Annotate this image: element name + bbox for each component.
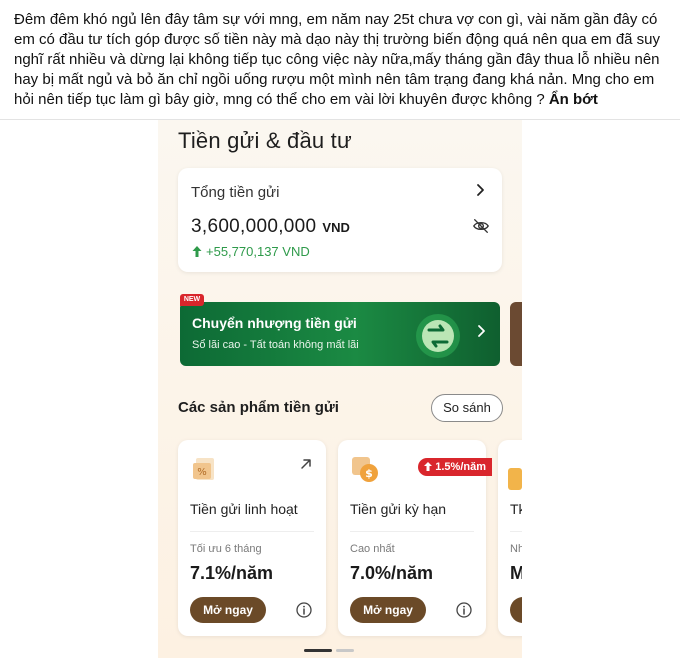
svg-text:%: %	[197, 467, 207, 478]
carousel-indicator-active	[304, 649, 332, 652]
total-change-value: +55,770,137 VND	[206, 244, 310, 259]
product-caption: Cao nhất	[350, 543, 395, 555]
total-amount-value: 3,600,000,000	[191, 216, 317, 237]
see-less-link[interactable]: Ẩn bớt	[549, 91, 598, 108]
chevron-right-icon	[478, 325, 485, 337]
compare-button[interactable]: So sánh	[431, 394, 503, 422]
carousel-indicator	[336, 649, 354, 652]
svg-text:$: $	[365, 467, 373, 480]
rate-increase-badge: 1.5%/năm	[418, 458, 492, 476]
total-deposit-label: Tổng tiền gửi	[191, 184, 280, 201]
open-now-button[interactable]: Mở ngay	[190, 597, 266, 623]
arrow-up-right-icon	[301, 459, 311, 469]
card-divider	[190, 531, 314, 532]
screenshot-image: Tiền gửi & đầu tư Tổng tiền gửi 3,600,00…	[158, 120, 522, 658]
transfer-deposit-banner[interactable]: Chuyển nhượng tiền gửi Sổ lãi cao - Tất …	[180, 302, 500, 366]
coin-calendar-icon: $	[352, 457, 378, 482]
product-name: Tiền gửi kỳ hạn	[350, 501, 447, 517]
open-now-button[interactable]: Mở ngay	[350, 597, 426, 623]
arrow-up-icon	[424, 462, 433, 471]
page-title: Tiền gửi & đầu tư	[178, 128, 352, 153]
product-name: Tk	[510, 501, 522, 517]
card-divider	[510, 531, 522, 532]
arrow-up-icon	[192, 246, 202, 257]
product-name: Tiền gửi linh hoạt	[190, 501, 298, 517]
total-deposit-card[interactable]: Tổng tiền gửi 3,600,000,000 VND +55,770,1…	[178, 168, 502, 272]
product-card-peek[interactable]: Tk Nh M	[498, 440, 522, 636]
card-divider	[350, 531, 474, 532]
product-rate: 7.0%/năm	[350, 563, 434, 583]
transfer-coin-icon	[416, 314, 460, 358]
product-card-flexible[interactable]: % Tiền gửi linh hoạt Tối ưu 6 tháng 7.1%…	[178, 440, 326, 636]
banner-subtitle: Sổ lãi cao - Tất toán không mất lãi	[192, 339, 359, 351]
product-rate: 7.1%/năm	[190, 563, 274, 583]
next-banner-peek[interactable]	[510, 302, 522, 366]
chevron-right-icon[interactable]	[472, 182, 488, 198]
product-icon	[508, 468, 522, 490]
product-caption: Nh	[510, 543, 522, 555]
percent-voucher-icon: %	[193, 458, 214, 480]
total-change: +55,770,137 VND	[192, 244, 310, 259]
total-currency: VND	[322, 220, 350, 235]
product-caption: Tối ưu 6 tháng	[190, 543, 262, 555]
hide-balance-icon[interactable]	[472, 217, 490, 235]
post-body: Đêm đêm khó ngủ lên đây tâm sự với mng, …	[14, 10, 670, 110]
new-badge: NEW	[180, 294, 204, 306]
info-icon[interactable]	[456, 602, 472, 618]
open-now-button[interactable]	[510, 597, 522, 623]
info-icon[interactable]	[296, 602, 312, 618]
product-card-term[interactable]: $ 1.5%/năm Tiền gửi kỳ hạn Cao nhất 7.0%…	[338, 440, 492, 636]
total-amount: 3,600,000,000 VND	[191, 216, 350, 238]
products-section-title: Các sản phẩm tiền gửi	[178, 399, 339, 416]
product-rate: M	[510, 563, 522, 583]
banner-title: Chuyển nhượng tiền gửi	[192, 315, 357, 331]
rate-badge-value: 1.5%/năm	[435, 461, 486, 473]
